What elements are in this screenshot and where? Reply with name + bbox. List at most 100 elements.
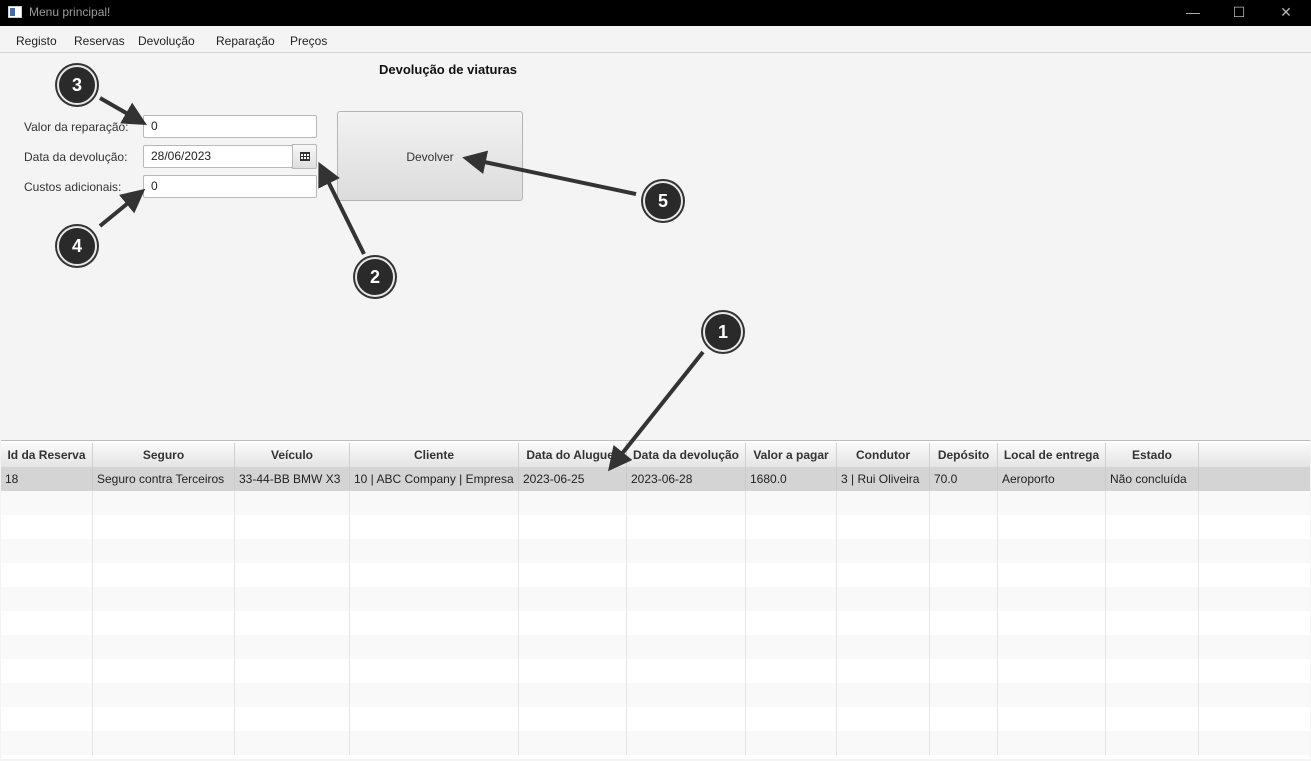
empty-table-row[interactable]	[1, 563, 1310, 587]
col-condutor[interactable]: Condutor	[837, 443, 930, 467]
table-row[interactable]: 18 Seguro contra Terceiros 33-44-BB BMW …	[1, 467, 1310, 491]
col-cliente[interactable]: Cliente	[350, 443, 519, 467]
return-button-label: Devolver	[406, 150, 454, 164]
empty-table-row[interactable]	[1, 515, 1310, 539]
empty-table-cell	[1106, 707, 1199, 731]
cell-local-entrega: Aeroporto	[998, 467, 1106, 491]
menu-reservas[interactable]: Reservas	[74, 34, 125, 48]
callout-1: 1	[703, 312, 743, 352]
menu-devolucao[interactable]: Devolução	[138, 34, 195, 48]
empty-table-cell	[746, 587, 837, 611]
empty-table-cell	[93, 587, 235, 611]
date-picker-button[interactable]	[292, 144, 317, 169]
arrow-4	[98, 188, 146, 228]
menu-registo[interactable]: Registo	[16, 34, 57, 48]
empty-table-cell	[1106, 539, 1199, 563]
menu-reparacao[interactable]: Reparação	[216, 34, 275, 48]
empty-table-cell	[998, 659, 1106, 683]
empty-table-cell	[746, 515, 837, 539]
empty-table-cell	[998, 635, 1106, 659]
empty-table-row[interactable]	[1, 539, 1310, 563]
col-data-aluguer[interactable]: Data do Aluguer	[519, 443, 627, 467]
empty-table-cell	[998, 731, 1106, 755]
close-button[interactable]: ✕	[1263, 0, 1309, 26]
empty-table-cell	[235, 491, 350, 515]
empty-table-cell	[998, 611, 1106, 635]
empty-table-cell	[1, 731, 93, 755]
callout-4: 4	[57, 226, 97, 266]
empty-table-cell	[1, 659, 93, 683]
empty-table-cell	[1106, 611, 1199, 635]
empty-table-cell	[350, 659, 519, 683]
empty-table-cell	[93, 731, 235, 755]
minimize-button[interactable]: —	[1170, 0, 1216, 26]
empty-table-cell	[1, 587, 93, 611]
empty-table-cell	[837, 611, 930, 635]
return-date-input[interactable]: 28/06/2023	[143, 145, 293, 168]
empty-table-row[interactable]	[1, 587, 1310, 611]
empty-table-cell	[93, 563, 235, 587]
empty-table-row[interactable]	[1, 635, 1310, 659]
empty-table-cell	[627, 539, 746, 563]
empty-table-cell	[746, 611, 837, 635]
return-button[interactable]: Devolver	[337, 111, 523, 201]
empty-table-cell	[1106, 491, 1199, 515]
empty-table-cell	[235, 731, 350, 755]
col-local-entrega[interactable]: Local de entrega	[998, 443, 1106, 467]
repair-value-label: Valor da reparação:	[24, 120, 129, 134]
empty-table-cell	[519, 683, 627, 707]
empty-table-cell	[627, 563, 746, 587]
empty-table-row[interactable]	[1, 707, 1310, 731]
empty-table-row[interactable]	[1, 491, 1310, 515]
empty-table-row[interactable]	[1, 659, 1310, 683]
reservations-table[interactable]: Id da Reserva Seguro Veículo Cliente Dat…	[1, 440, 1310, 759]
empty-table-cell	[1106, 515, 1199, 539]
empty-table-cell	[837, 563, 930, 587]
empty-table-cell	[1, 683, 93, 707]
empty-table-cell	[519, 539, 627, 563]
repair-value-input[interactable]: 0	[143, 115, 317, 138]
col-estado[interactable]: Estado	[1106, 443, 1199, 467]
extra-costs-label: Custos adicionais:	[24, 180, 122, 194]
cell-condutor: 3 | Rui Oliveira	[837, 467, 930, 491]
col-veiculo[interactable]: Veículo	[235, 443, 350, 467]
empty-table-cell	[1, 515, 93, 539]
col-id-reserva[interactable]: Id da Reserva	[1, 443, 93, 467]
empty-table-cell	[1, 635, 93, 659]
table-header: Id da Reserva Seguro Veículo Cliente Dat…	[1, 443, 1310, 468]
col-valor-pagar[interactable]: Valor a pagar	[746, 443, 837, 467]
empty-table-cell	[235, 587, 350, 611]
empty-table-cell	[93, 683, 235, 707]
cell-veiculo: 33-44-BB BMW X3	[235, 467, 350, 491]
empty-table-cell	[930, 731, 998, 755]
empty-table-cell	[930, 659, 998, 683]
empty-table-cell	[930, 587, 998, 611]
empty-table-cell	[837, 587, 930, 611]
empty-table-row[interactable]	[1, 731, 1310, 755]
empty-table-cell	[93, 635, 235, 659]
maximize-button[interactable]: ☐	[1216, 0, 1262, 26]
empty-table-cell	[235, 515, 350, 539]
empty-table-cell	[235, 659, 350, 683]
empty-table-cell	[350, 491, 519, 515]
menu-bar: Registo Reservas Devolução Reparação Pre…	[0, 26, 1311, 53]
empty-table-cell	[837, 515, 930, 539]
empty-table-cell	[1, 707, 93, 731]
app-icon	[8, 6, 22, 18]
empty-table-cell	[519, 515, 627, 539]
extra-costs-input[interactable]: 0	[143, 175, 317, 198]
empty-table-cell	[930, 707, 998, 731]
col-data-devolucao[interactable]: Data da devolução	[627, 443, 746, 467]
empty-table-cell	[350, 683, 519, 707]
empty-table-cell	[93, 539, 235, 563]
form-title: Devolução de viaturas	[379, 62, 517, 77]
empty-table-row[interactable]	[1, 611, 1310, 635]
empty-table-cell	[746, 707, 837, 731]
menu-precos[interactable]: Preços	[290, 34, 327, 48]
col-seguro[interactable]: Seguro	[93, 443, 235, 467]
empty-table-cell	[930, 683, 998, 707]
col-deposito[interactable]: Depósito	[930, 443, 998, 467]
return-date-label: Data da devolução:	[24, 150, 128, 164]
empty-table-cell	[998, 539, 1106, 563]
empty-table-row[interactable]	[1, 683, 1310, 707]
